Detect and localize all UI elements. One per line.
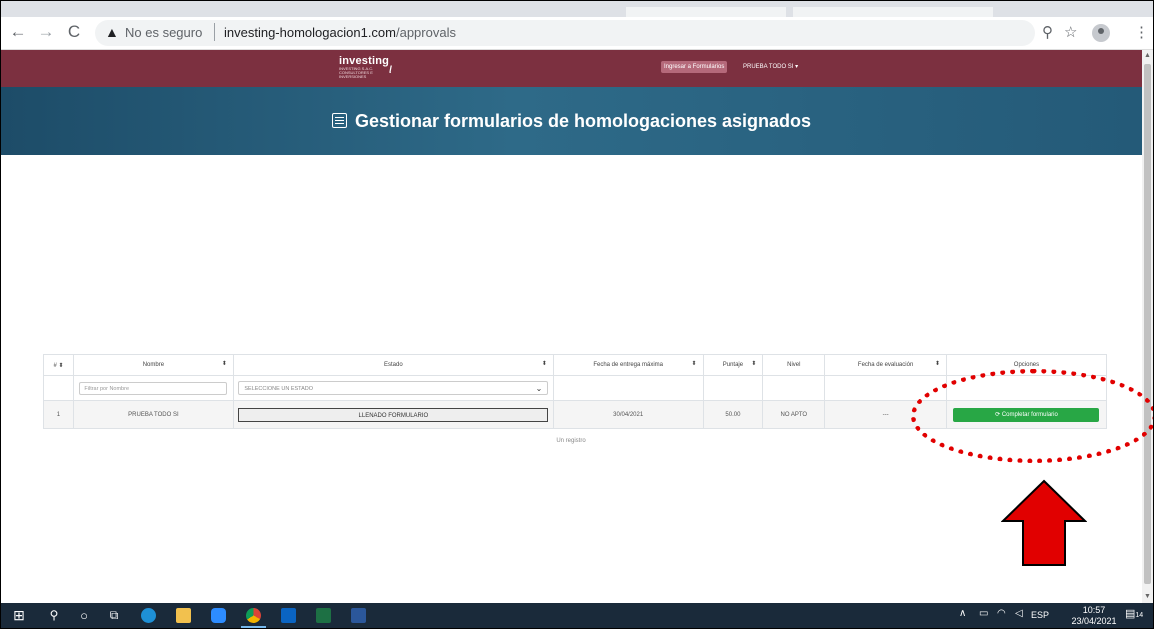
address-bar[interactable]: ▲ No es seguro investing-homologacion1.c… bbox=[95, 20, 1035, 46]
divider bbox=[214, 23, 215, 41]
row-nivel: NO APTO bbox=[762, 400, 826, 429]
browser-tab[interactable] bbox=[793, 7, 993, 17]
status-badge: LLENADO FORMULARIO bbox=[238, 407, 549, 422]
forward-icon[interactable]: → bbox=[35, 21, 57, 43]
estado-filter-value: SELECCIONE UN ESTADO bbox=[244, 386, 314, 392]
site-navbar: investing INVESTING S.A.C. CONSULTORES E… bbox=[1, 50, 1142, 87]
logo-tagline: INVESTING S.A.C. CONSULTORES E INVERSION… bbox=[339, 66, 374, 79]
outlook-icon[interactable] bbox=[281, 608, 296, 623]
sort-icon[interactable]: ⬍ bbox=[935, 360, 940, 367]
web-page: investing INVESTING S.A.C. CONSULTORES E… bbox=[1, 50, 1142, 603]
logo-mark-icon: ι bbox=[389, 60, 393, 76]
header-label: Opciones bbox=[1013, 362, 1040, 368]
cortana-icon[interactable]: ○ bbox=[77, 607, 91, 624]
header-label: Puntaje bbox=[722, 362, 744, 368]
column-header-estado[interactable]: Estado ⬍ bbox=[232, 354, 554, 376]
user-menu-dropdown[interactable]: PRUEBA TODO SI ▾ bbox=[743, 63, 798, 70]
header-label: Estado bbox=[384, 362, 403, 368]
system-clock[interactable]: 10:57 23/04/2021 bbox=[1071, 605, 1117, 627]
row-fecha-entrega: 30/04/2021 bbox=[552, 400, 704, 429]
page-title-text: Gestionar formularios de homologaciones … bbox=[354, 111, 812, 131]
task-view-icon[interactable]: ⧉ bbox=[107, 607, 121, 624]
sort-icon[interactable]: ⬍ bbox=[691, 360, 696, 367]
reload-icon[interactable]: C bbox=[63, 21, 85, 43]
annotation-arrow-up-icon bbox=[1001, 479, 1087, 566]
wifi-icon[interactable]: ◠ bbox=[997, 608, 1006, 619]
list-icon bbox=[331, 113, 347, 128]
screenshot-frame: ← → C ▲ No es seguro investing-homologac… bbox=[0, 0, 1154, 629]
table-record-count: Un registro bbox=[556, 438, 586, 444]
profile-avatar-icon[interactable] bbox=[1092, 24, 1110, 42]
filter-cell: SELECCIONE UN ESTADO ⌄ bbox=[232, 375, 554, 401]
clock-date: 23/04/2021 bbox=[1071, 616, 1117, 626]
browser-tab[interactable] bbox=[626, 7, 786, 17]
estado-filter-select[interactable]: SELECCIONE UN ESTADO ⌄ bbox=[238, 381, 549, 396]
url-host: investing-homologacion1.com bbox=[224, 25, 396, 40]
menu-kebab-icon[interactable]: ⋮ bbox=[1134, 23, 1149, 41]
row-num: 1 bbox=[43, 400, 74, 429]
sort-icon[interactable]: ⬍ bbox=[542, 360, 547, 367]
browser-toolbar: ← → C ▲ No es seguro investing-homologac… bbox=[1, 17, 1153, 50]
search-icon[interactable]: ⚲ bbox=[47, 607, 61, 624]
ingresar-formularios-button[interactable]: Ingresar a Formularios bbox=[661, 61, 728, 73]
notification-count: 14 bbox=[1135, 612, 1144, 619]
notifications-icon[interactable]: ▤14 bbox=[1125, 607, 1143, 620]
windows-start-icon[interactable]: ⊞ bbox=[11, 607, 27, 624]
volume-icon[interactable]: ◁ bbox=[1015, 608, 1023, 619]
warning-icon[interactable]: ▲ bbox=[105, 24, 119, 40]
clock-time: 10:57 bbox=[1082, 605, 1106, 615]
scrollbar-thumb[interactable] bbox=[1144, 64, 1151, 584]
row-puntaje: 50.00 bbox=[702, 400, 764, 429]
sort-icon[interactable]: ⬍ bbox=[222, 360, 227, 367]
sort-icon[interactable]: ⬍ bbox=[58, 363, 63, 369]
tray-chevron-up-icon[interactable]: ∧ bbox=[959, 608, 966, 619]
header-label: Fecha de entrega máxima bbox=[593, 362, 664, 368]
page-scrollbar[interactable]: ▲ ▼ bbox=[1142, 50, 1153, 603]
sort-icon[interactable]: ⬍ bbox=[751, 360, 756, 367]
site-logo[interactable]: investing INVESTING S.A.C. CONSULTORES E… bbox=[339, 55, 393, 79]
zoom-icon[interactable]: ⚲ bbox=[1042, 23, 1053, 41]
column-header-nivel: Nivel bbox=[762, 354, 826, 376]
header-label: # bbox=[53, 362, 57, 369]
page-title: Gestionar formularios de homologaciones … bbox=[1, 111, 1142, 132]
table-header-row: # ⬍ Nombre ⬍ Estado ⬍ Fecha de entrega máx… bbox=[43, 354, 1108, 376]
back-icon[interactable]: ← bbox=[7, 21, 29, 43]
edge-icon[interactable] bbox=[141, 608, 156, 623]
filter-cell bbox=[762, 375, 826, 401]
scroll-down-icon[interactable]: ▼ bbox=[1144, 593, 1151, 600]
file-explorer-icon[interactable] bbox=[176, 608, 191, 623]
column-header-puntaje[interactable]: Puntaje ⬍ bbox=[702, 354, 764, 376]
row-nombre: PRUEBA TODO SI bbox=[72, 400, 234, 429]
zoom-app-icon[interactable] bbox=[211, 608, 226, 623]
column-header-nombre[interactable]: Nombre ⬍ bbox=[72, 354, 234, 376]
annotation-dotted-oval bbox=[911, 369, 1153, 463]
header-label: Nombre bbox=[142, 362, 165, 368]
word-icon[interactable] bbox=[351, 608, 366, 623]
security-status[interactable]: No es seguro bbox=[125, 25, 202, 40]
url-text[interactable]: investing-homologacion1.com/approvals bbox=[224, 25, 456, 40]
column-header-num[interactable]: # ⬍ bbox=[43, 354, 74, 376]
scroll-up-icon[interactable]: ▲ bbox=[1144, 52, 1151, 59]
column-header-fecha-evaluacion[interactable]: Fecha de evaluación ⬍ bbox=[824, 354, 947, 376]
battery-icon[interactable]: ▭ bbox=[979, 608, 988, 619]
windows-taskbar: ⊞ ⚲ ○ ⧉ ∧ ▭ ◠ ◁ ESP 10:57 23/04/2021 ▤14 bbox=[1, 603, 1153, 628]
filter-cell bbox=[552, 375, 704, 401]
nombre-filter-input[interactable]: Filtrar por Nombre bbox=[79, 381, 228, 395]
active-app-indicator bbox=[241, 626, 266, 628]
header-label: Nivel bbox=[787, 362, 801, 368]
filter-cell: Filtrar por Nombre bbox=[72, 375, 234, 401]
header-label: Fecha de evaluación bbox=[857, 362, 914, 368]
filter-cell bbox=[702, 375, 764, 401]
chevron-down-icon[interactable]: ⌄ bbox=[536, 382, 543, 396]
row-estado: LLENADO FORMULARIO bbox=[232, 400, 554, 429]
bookmark-star-icon[interactable]: ☆ bbox=[1064, 23, 1077, 41]
excel-icon[interactable] bbox=[316, 608, 331, 623]
language-indicator[interactable]: ESP bbox=[1031, 610, 1049, 620]
column-header-fecha-entrega[interactable]: Fecha de entrega máxima ⬍ bbox=[552, 354, 704, 376]
hero-banner: Gestionar formularios de homologaciones … bbox=[1, 87, 1142, 155]
chrome-icon[interactable] bbox=[246, 608, 261, 623]
url-path: /approvals bbox=[395, 25, 456, 40]
filter-cell bbox=[43, 375, 74, 401]
browser-tab-strip bbox=[1, 1, 1153, 17]
